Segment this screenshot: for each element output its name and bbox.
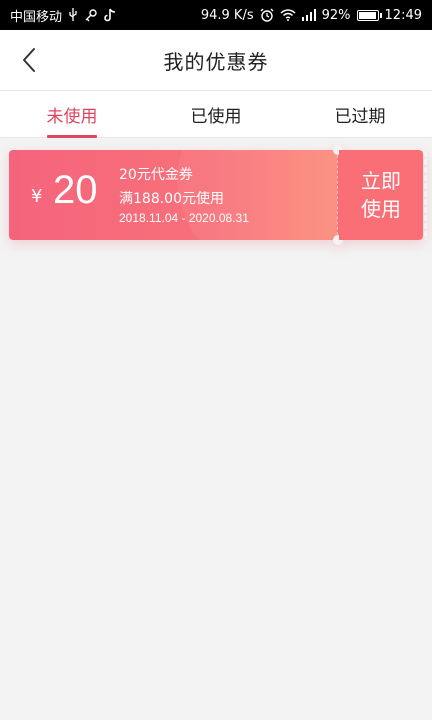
status-bar: 中国移动 94.9 K/s 92% 12:49 <box>0 0 432 30</box>
coupon-name: 20元代金券 <box>119 167 193 183</box>
use-now-button[interactable]: 立即使用 <box>339 150 427 240</box>
currency-symbol: ¥ <box>31 186 43 207</box>
page-title: 我的优惠券 <box>163 49 269 74</box>
use-now-label: 立即使用 <box>361 169 401 221</box>
clock: 12:49 <box>384 7 422 23</box>
coupon-condition: 满188.00元使用 <box>119 191 224 207</box>
status-right: 94.9 K/s 92% 12:49 <box>201 8 422 23</box>
chevron-left-icon <box>23 48 35 72</box>
signal-icon <box>301 9 316 21</box>
battery-percent: 92% <box>321 7 351 23</box>
tab-unused[interactable]: 未使用 <box>0 91 144 137</box>
alarm-icon <box>260 8 274 22</box>
network-speed: 94.9 K/s <box>200 7 254 23</box>
coupon-amount: 20 <box>53 168 98 212</box>
tab-used[interactable]: 已使用 <box>144 91 288 137</box>
tab-expired[interactable]: 已过期 <box>288 91 432 137</box>
battery-icon <box>356 9 382 21</box>
coupon-tabs: 未使用 已使用 已过期 <box>0 90 432 138</box>
wifi-icon <box>280 9 296 21</box>
usb-icon <box>68 8 78 22</box>
status-left: 中国移动 <box>10 6 116 25</box>
back-button[interactable] <box>14 45 44 75</box>
coupon-card: ¥ 20 20元代金券 满188.00元使用 2018.11.04 - 2020… <box>9 145 427 245</box>
key-icon <box>84 8 98 22</box>
carrier-label: 中国移动 <box>10 9 63 25</box>
coupon-date-range: 2018.11.04 - 2020.08.31 <box>119 211 249 225</box>
app-header: 我的优惠券 <box>0 30 432 90</box>
coupon-body: ¥ 20 20元代金券 满188.00元使用 2018.11.04 - 2020… <box>9 150 337 240</box>
tiktok-icon <box>104 8 116 22</box>
